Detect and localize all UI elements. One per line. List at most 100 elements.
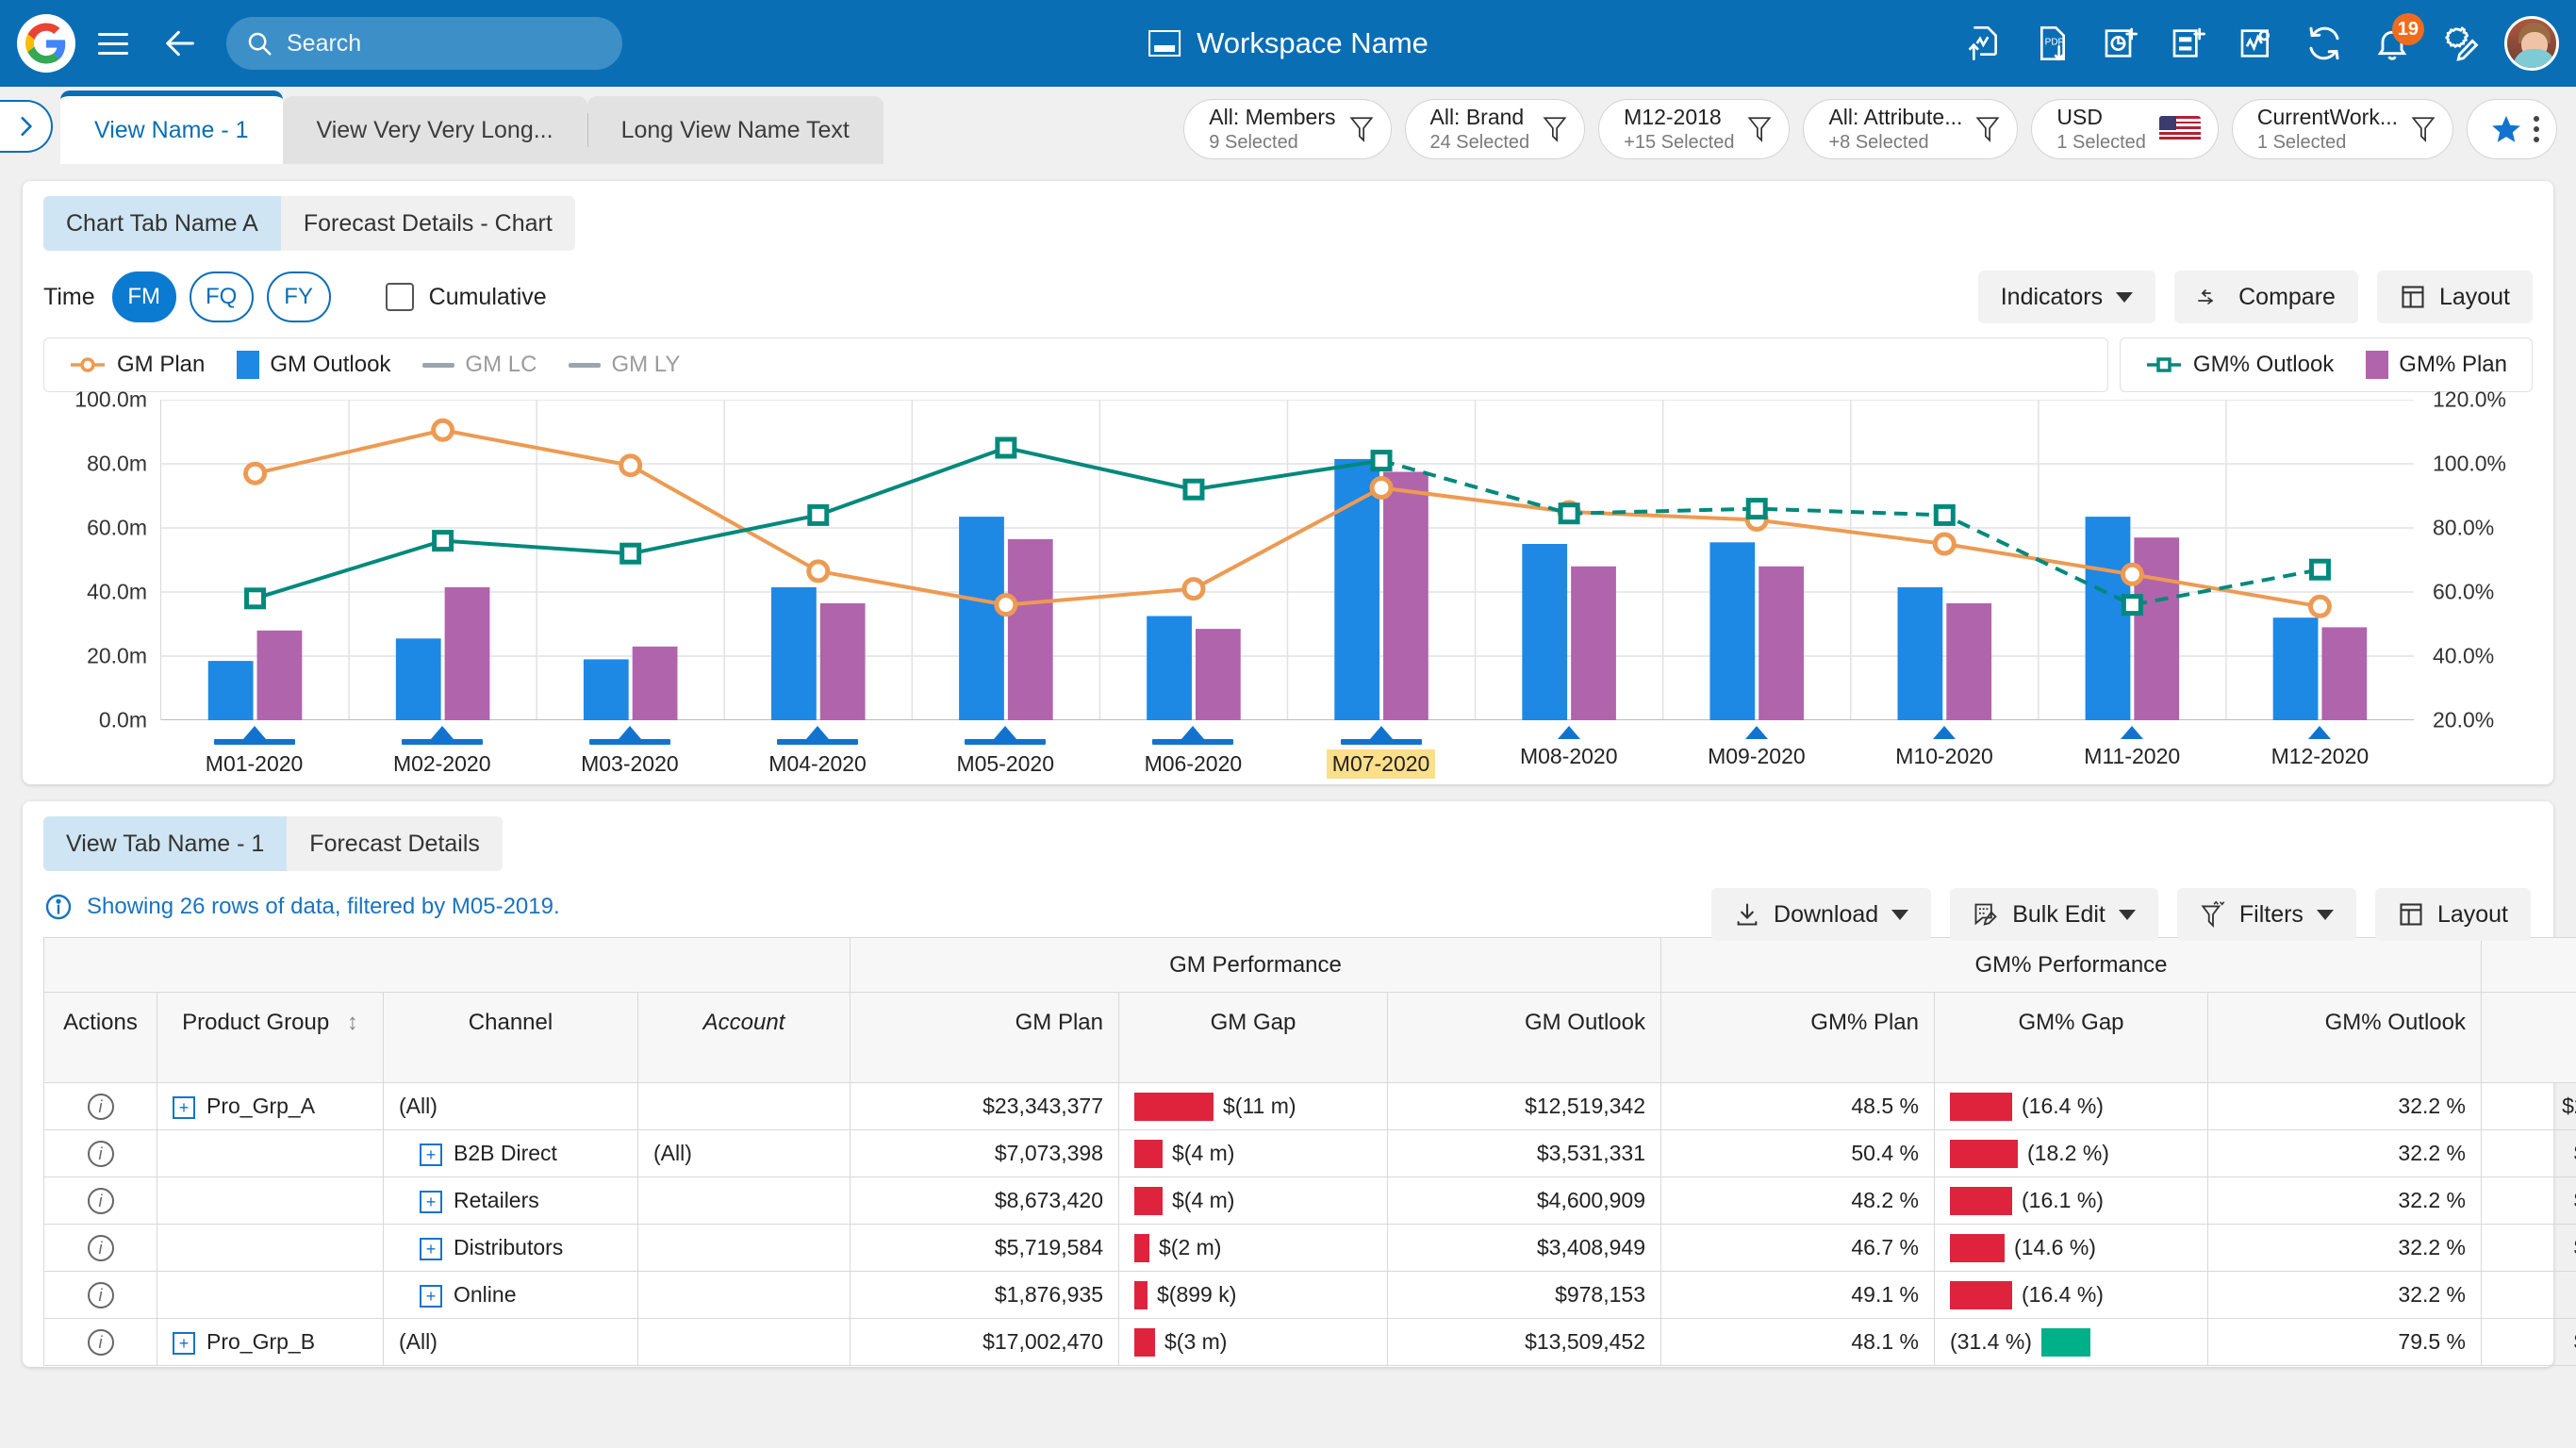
legend-gm-outlook[interactable]: GM Outlook — [237, 351, 390, 379]
back-arrow-icon[interactable] — [155, 18, 206, 69]
cell-actions[interactable]: i — [43, 1176, 157, 1225]
col-gm-plan[interactable]: GM Plan — [850, 992, 1119, 1083]
table-row[interactable]: i + Pro_Grp_B (All) $17,002,470 $(3 m) $13,509… — [43, 1318, 2576, 1366]
x-axis-category[interactable]: M03-2020 — [536, 726, 723, 779]
col-channel[interactable]: Channel — [383, 992, 638, 1083]
expand-row-icon[interactable]: + — [173, 1332, 195, 1355]
cell-actions[interactable]: i — [43, 1224, 157, 1272]
cell-actions[interactable]: i — [43, 1129, 157, 1177]
export-pdf-icon[interactable]: PDF — [2029, 20, 2076, 67]
expand-row-icon[interactable]: + — [420, 1191, 442, 1213]
gap-value: $(11 m) — [1223, 1094, 1296, 1118]
compare-button[interactable]: Compare — [2174, 271, 2358, 323]
cell-actions[interactable]: i — [43, 1271, 157, 1319]
time-option-fq[interactable]: FQ — [189, 272, 254, 322]
view-tab-3[interactable]: Long View Name Text — [586, 96, 883, 164]
cell-actions[interactable]: i — [43, 1318, 157, 1366]
grid-layout-button[interactable]: Layout — [2374, 888, 2531, 941]
x-axis-category[interactable]: M07-2020 — [1287, 726, 1475, 779]
avatar[interactable] — [2504, 16, 2559, 71]
indicators-button[interactable]: Indicators — [1977, 271, 2156, 323]
col-gm-outlook[interactable]: GM Outlook — [1387, 992, 1661, 1083]
search-input[interactable]: Search — [226, 17, 622, 70]
legend-gm-plan[interactable]: GM Plan — [69, 352, 205, 378]
expand-row-icon[interactable]: + — [420, 1238, 442, 1260]
bulk-edit-button[interactable]: Bulk Edit — [1950, 888, 2158, 941]
row-info-icon[interactable]: i — [87, 1235, 114, 1262]
add-snapshot-icon[interactable] — [2097, 20, 2144, 67]
google-logo — [17, 14, 75, 73]
star-icon[interactable] — [2490, 113, 2522, 145]
row-info-icon[interactable]: i — [87, 1329, 114, 1357]
chart-canvas[interactable] — [160, 399, 2414, 721]
expand-row-icon[interactable]: + — [420, 1144, 442, 1166]
settings-edit-icon[interactable] — [2436, 20, 2484, 67]
sort-icon[interactable]: ↕ — [347, 1010, 358, 1035]
view-tab-1[interactable]: View Name - 1 — [60, 90, 283, 164]
notification-badge: 19 — [2391, 13, 2424, 45]
filter-chip-workflow[interactable]: CurrentWork... 1 Selected — [2231, 99, 2453, 159]
filter-chip-currency[interactable]: USD 1 Selected — [2031, 99, 2219, 159]
refresh-icon[interactable] — [2301, 20, 2348, 67]
add-chart-icon[interactable] — [2233, 20, 2280, 67]
time-option-fm[interactable]: FM — [111, 272, 176, 322]
legend-gm-ly[interactable]: GM LY — [569, 352, 680, 378]
filters-button[interactable]: Filters — [2176, 888, 2356, 941]
col-gm-gap[interactable]: GM Gap — [1118, 992, 1388, 1083]
col-product-group[interactable]: Product Group ↕ — [157, 992, 384, 1083]
x-axis-category[interactable]: M02-2020 — [348, 726, 536, 779]
table-row[interactable]: i + Pro_Grp_A (All) $23,343,377 $(11 m) $12,51… — [43, 1082, 2576, 1130]
row-info-icon[interactable]: i — [87, 1282, 114, 1309]
tab-view-tab-name-1[interactable]: View Tab Name - 1 — [43, 816, 288, 871]
col-gmpct-outlook[interactable]: GM% Outlook — [2206, 992, 2483, 1083]
col-actions[interactable]: Actions — [43, 992, 157, 1083]
view-tab-2[interactable]: View Very Very Long... — [282, 96, 587, 164]
table-row[interactable]: i + B2B Direct (All) $7,073,398 $(4 m) $3,531,… — [43, 1129, 2576, 1177]
table-row[interactable]: i + Distributors $5,719,584 $(2 m) $3,408,949… — [43, 1224, 2576, 1272]
cell-actions[interactable]: i — [43, 1082, 157, 1130]
row-info-icon[interactable]: i — [87, 1141, 114, 1168]
legend-gm-lc[interactable]: GM LC — [422, 352, 537, 378]
col-gmpct-gap[interactable]: GM% Gap — [1934, 992, 2208, 1083]
col-gmpct-plan[interactable]: GM% Plan — [1660, 992, 1935, 1083]
time-option-fy[interactable]: FY — [266, 272, 331, 322]
filter-chip-brand[interactable]: All: Brand 24 Selected — [1404, 99, 1586, 159]
row-info-icon[interactable]: i — [87, 1094, 114, 1121]
col-account[interactable]: Account — [637, 992, 850, 1083]
col-cogs[interactable]: COGS — [2481, 992, 2576, 1083]
gap-value: (16.1 %) — [2022, 1188, 2104, 1212]
legend-gmpct-outlook[interactable]: GM% Outlook — [2145, 352, 2334, 378]
legend-gmpct-plan[interactable]: GM% Plan — [2366, 351, 2507, 379]
x-axis-category[interactable]: M12-2020 — [2226, 726, 2414, 771]
tab-forecast-details-chart[interactable]: Forecast Details - Chart — [281, 196, 575, 251]
cumulative-checkbox-box[interactable] — [385, 283, 414, 311]
export-chart-icon[interactable] — [1961, 20, 2008, 67]
expand-row-icon[interactable]: + — [173, 1096, 195, 1119]
tab-chart-a[interactable]: Chart Tab Name A — [43, 196, 281, 251]
filter-chip-members[interactable]: All: Members 9 Selected — [1183, 99, 1392, 159]
add-report-icon[interactable] — [2165, 20, 2212, 67]
chart-layout-button[interactable]: Layout — [2376, 271, 2533, 323]
table-row[interactable]: i + Online $1,876,935 $(899 k) $978,153 49.1 %… — [43, 1271, 2576, 1319]
table-row[interactable]: i + Retailers $8,673,420 $(4 m) $4,600,909 48.… — [43, 1176, 2576, 1225]
notifications-icon[interactable]: 19 — [2369, 13, 2424, 67]
expand-row-icon[interactable]: + — [420, 1285, 442, 1308]
x-axis-category[interactable]: M10-2020 — [1851, 726, 2039, 771]
menu-icon[interactable] — [89, 19, 138, 68]
row-info-icon[interactable]: i — [87, 1188, 114, 1215]
x-axis-category[interactable]: M01-2020 — [160, 726, 348, 779]
x-axis-category[interactable]: M04-2020 — [724, 726, 912, 779]
x-axis-category[interactable]: M05-2020 — [912, 726, 1099, 779]
x-axis-category[interactable]: M08-2020 — [1475, 726, 1662, 771]
tab-forecast-details[interactable]: Forecast Details — [287, 816, 503, 871]
cumulative-checkbox[interactable]: Cumulative — [385, 283, 547, 311]
sidebar-expand-button[interactable] — [0, 100, 53, 153]
x-axis-category[interactable]: M11-2020 — [2039, 726, 2226, 771]
filter-chip-period[interactable]: M12-2018 +15 Selected — [1598, 99, 1791, 159]
x-axis-category[interactable]: M09-2020 — [1662, 726, 1850, 771]
x-axis-tick-icon — [1933, 726, 1957, 739]
x-axis-category[interactable]: M06-2020 — [1099, 726, 1287, 779]
kebab-menu-icon[interactable] — [2534, 116, 2539, 142]
filter-chip-attribute[interactable]: All: Attribute... +8 Selected — [1803, 99, 2019, 159]
download-button[interactable]: Download — [1711, 888, 1932, 941]
